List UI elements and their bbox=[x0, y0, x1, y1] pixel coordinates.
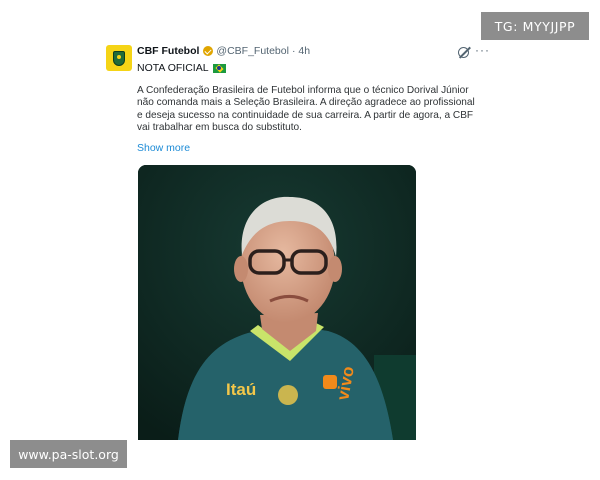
show-more-link[interactable]: Show more bbox=[137, 142, 190, 154]
watermark-tg: TG: MYYJJPP bbox=[481, 12, 589, 40]
timestamp[interactable]: · 4h bbox=[292, 45, 310, 57]
tweet-photo[interactable]: Itaú vivo bbox=[138, 165, 416, 440]
body-line: A Confederação Brasileira de Futebol inf… bbox=[137, 85, 469, 96]
body-line: vai trabalhar em busca do substituto. bbox=[137, 121, 302, 133]
tweet-header: CBF Futebol @CBF_Futebol · 4h bbox=[137, 45, 310, 57]
coach-photo-illustration: Itaú vivo bbox=[138, 165, 416, 440]
body-line: e deseja sucesso na continuidade de sua … bbox=[137, 109, 474, 121]
watermark-site: www.pa-slot.org bbox=[10, 440, 127, 468]
brazil-flag-icon bbox=[212, 63, 226, 73]
jersey-sponsor-text: Itaú bbox=[226, 380, 256, 399]
body-line: não comanda mais a Seleção Brasileira. A… bbox=[137, 97, 475, 109]
verified-badge-icon bbox=[203, 46, 214, 56]
cbf-crest-icon bbox=[113, 50, 125, 66]
avatar[interactable] bbox=[106, 45, 132, 71]
handle[interactable]: @CBF_Futebol bbox=[216, 45, 289, 57]
display-name[interactable]: CBF Futebol bbox=[137, 45, 199, 57]
more-icon[interactable]: ··· bbox=[475, 43, 490, 57]
tweet-body: A Confederação Brasileira de Futebol inf… bbox=[137, 85, 492, 134]
grok-icon[interactable] bbox=[458, 47, 469, 58]
heading-text: NOTA OFICIAL bbox=[137, 62, 209, 74]
tweet-heading: NOTA OFICIAL bbox=[137, 62, 226, 74]
